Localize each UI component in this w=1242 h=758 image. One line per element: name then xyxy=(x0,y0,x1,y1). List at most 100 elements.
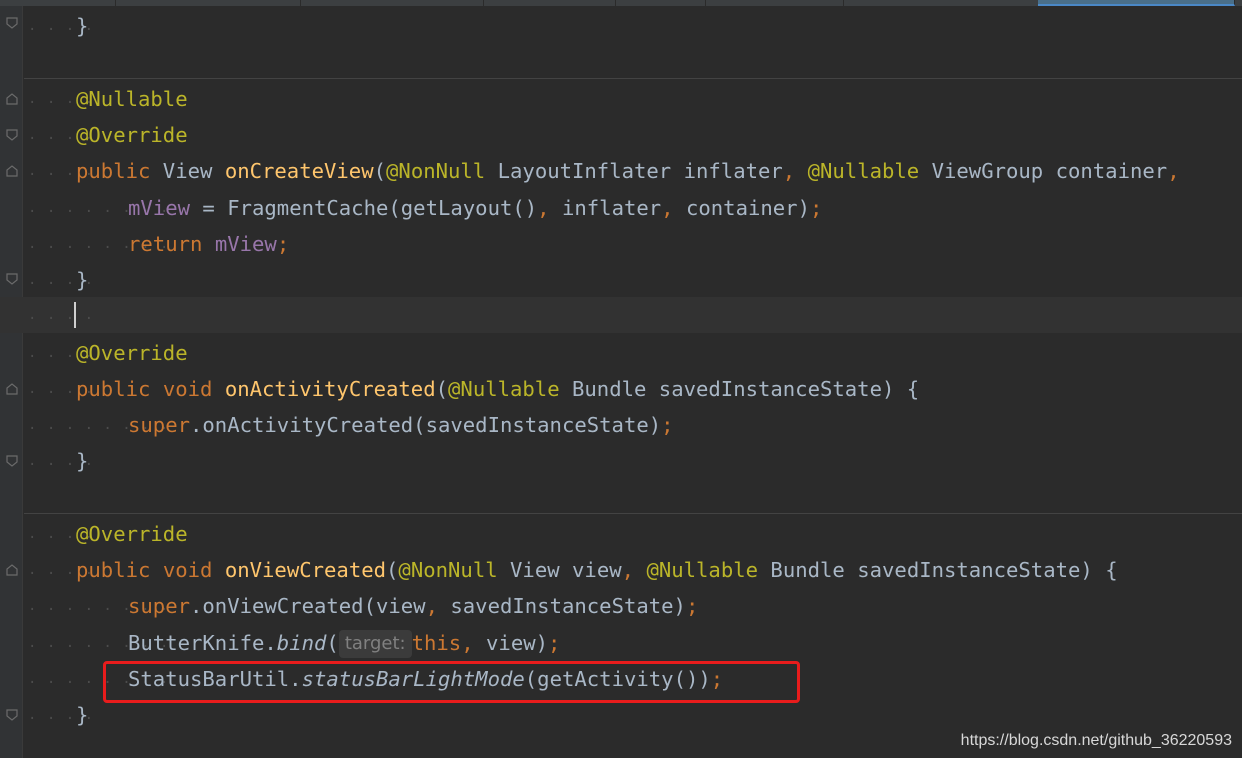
code-token: void xyxy=(162,558,213,582)
code-line[interactable]: . . . . @Override xyxy=(0,516,1242,552)
code-line[interactable]: . . . .} xyxy=(0,262,1242,298)
code-text[interactable]: } xyxy=(76,697,88,733)
code-token: ; xyxy=(809,196,823,220)
code-token: void xyxy=(162,377,213,401)
fold-end-icon[interactable] xyxy=(5,454,19,468)
whitespace-dots: . . . . xyxy=(28,307,95,323)
code-token: view) xyxy=(473,631,549,655)
code-text[interactable]: } xyxy=(76,443,88,479)
code-line[interactable]: . . . . public void onViewCreated(@NonNul… xyxy=(0,552,1242,588)
fold-start-icon[interactable] xyxy=(5,382,19,396)
code-line[interactable]: . . . . . . . . return mView; xyxy=(0,226,1242,262)
code-line[interactable]: . . . . . . . . super.onActivityCreated(s… xyxy=(0,407,1242,443)
code-text[interactable]: public View onCreateView(@NonNull Layout… xyxy=(76,153,1180,189)
code-text[interactable]: @Override xyxy=(76,516,188,552)
code-token: View xyxy=(150,159,225,183)
current-line[interactable]: . . . . xyxy=(0,297,1242,333)
code-token: ViewGroup container xyxy=(919,159,1168,183)
code-token: container) xyxy=(673,196,810,220)
code-token: inflater xyxy=(549,196,662,220)
code-token: } xyxy=(76,268,89,292)
code-token: mView xyxy=(214,232,277,256)
code-token: Bundle savedInstanceState) { xyxy=(559,377,920,401)
code-text[interactable]: @Override xyxy=(76,117,188,153)
code-line[interactable]: . . . .} xyxy=(0,8,1242,44)
fold-end-icon[interactable] xyxy=(5,272,19,286)
code-token: ButterKnife. xyxy=(128,631,277,655)
code-line[interactable]: . . . .} xyxy=(0,443,1242,479)
code-token: ( xyxy=(373,159,387,183)
method-separator xyxy=(24,78,1242,79)
code-text[interactable]: public void onViewCreated(@NonNull View … xyxy=(76,552,1118,588)
code-token: ; xyxy=(685,594,699,618)
code-token: Bundle savedInstanceState) { xyxy=(758,558,1118,582)
fold-start-icon[interactable] xyxy=(5,164,19,178)
parameter-hint: target: xyxy=(338,630,412,658)
code-token: public xyxy=(76,558,151,582)
code-token: onActivityCreated xyxy=(224,377,436,401)
code-token: bind xyxy=(276,631,327,655)
code-line[interactable]: . . . . @Nullable xyxy=(0,81,1242,117)
code-token: @Override xyxy=(76,123,188,147)
code-line[interactable]: . . . . . . . . super.onViewCreated(view,… xyxy=(0,588,1242,624)
code-line[interactable]: . . . . public void onActivityCreated(@Nu… xyxy=(0,371,1242,407)
code-token: @Nullable xyxy=(646,558,759,582)
fold-end-icon[interactable] xyxy=(5,16,19,30)
code-text[interactable]: public void onActivityCreated(@Nullable … xyxy=(76,371,919,407)
code-token: @Nullable xyxy=(807,159,920,183)
code-token: } xyxy=(76,703,89,727)
code-token: return xyxy=(128,232,203,256)
code-line[interactable]: . . . . . . . . ButterKnife.bind(target: t… xyxy=(0,625,1242,661)
code-token: LayoutInflater inflater xyxy=(485,159,783,183)
code-token: = FragmentCache(getLayout() xyxy=(190,196,538,220)
code-text[interactable]: } xyxy=(76,8,88,44)
code-token: , xyxy=(621,558,635,582)
code-text[interactable]: ButterKnife.bind(target: this, view); xyxy=(128,625,560,661)
code-text[interactable]: @Nullable xyxy=(76,81,188,117)
fold-end-icon[interactable] xyxy=(5,708,19,722)
code-token: ( xyxy=(326,631,339,655)
code-token: } xyxy=(76,449,89,473)
code-token: } xyxy=(76,14,89,38)
code-token: , xyxy=(537,196,550,220)
text-cursor xyxy=(74,302,76,328)
code-token: mView xyxy=(128,196,190,220)
code-editor[interactable]: . . . . . . . .}. . . . @Nullable. . . . @… xyxy=(0,6,1242,758)
fold-start-icon[interactable] xyxy=(5,92,19,106)
code-token: ; xyxy=(661,413,674,437)
code-line[interactable]: . . . . @Override xyxy=(0,117,1242,153)
code-token: .onActivityCreated(savedInstanceState) xyxy=(190,413,662,437)
highlight-annotation-box xyxy=(103,661,800,703)
code-text[interactable]: super.onViewCreated(view, savedInstanceS… xyxy=(128,588,698,624)
code-line[interactable]: . . . . . . . . mView = FragmentCache(get… xyxy=(0,190,1242,226)
fold-start-icon[interactable] xyxy=(5,563,19,577)
code-line[interactable]: . . . . public View onCreateView(@NonNull… xyxy=(0,153,1242,189)
code-token: @Nullable xyxy=(448,377,560,401)
code-token: , xyxy=(425,594,438,618)
code-token: , xyxy=(461,631,474,655)
code-token: super xyxy=(128,594,190,618)
code-token: ( xyxy=(386,558,399,582)
code-token: savedInstanceState) xyxy=(437,594,686,618)
method-separator xyxy=(24,513,1242,514)
code-text[interactable]: @Override xyxy=(76,335,188,371)
code-line[interactable]: . . . . @Override xyxy=(0,335,1242,371)
fold-end-icon[interactable] xyxy=(5,128,19,142)
code-token: @NonNull xyxy=(398,558,498,582)
code-token: @Nullable xyxy=(76,87,188,111)
code-text[interactable]: } xyxy=(76,262,88,298)
code-text[interactable]: super.onActivityCreated(savedInstanceSta… xyxy=(128,407,674,443)
code-token: ; xyxy=(548,631,561,655)
code-token: .onViewCreated(view xyxy=(190,594,426,618)
code-text[interactable]: return mView; xyxy=(128,226,289,262)
code-token: ( xyxy=(435,377,449,401)
code-token: View view xyxy=(497,558,622,582)
code-text[interactable]: mView = FragmentCache(getLayout(), infla… xyxy=(128,190,822,226)
code-token: super xyxy=(128,413,190,437)
code-token: onViewCreated xyxy=(224,558,387,582)
watermark: https://blog.csdn.net/github_36220593 xyxy=(960,732,1232,749)
